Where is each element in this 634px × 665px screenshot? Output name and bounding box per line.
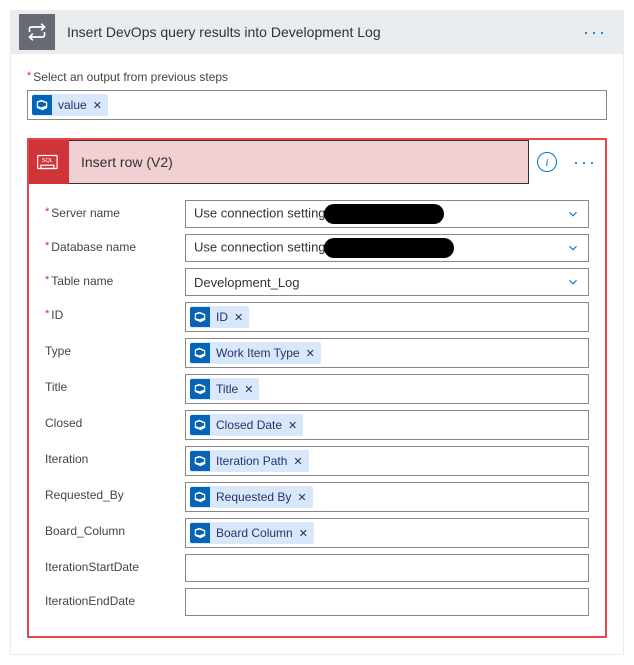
token-remove[interactable]: ✕ [244,383,253,396]
action-side: i ··· [529,140,605,184]
server-dropdown[interactable]: Use connection setting [185,200,589,228]
token-remove[interactable]: ✕ [93,99,102,112]
iteration-token[interactable]: Iteration Path✕ [190,450,309,472]
type-input[interactable]: Work Item Type✕ [185,338,589,368]
insert-row-action: SQL Insert row (V2) i ··· Server name Us… [27,138,607,638]
token-remove[interactable]: ✕ [299,527,308,540]
iteration-input[interactable]: Iteration Path✕ [185,446,589,476]
devops-icon [190,379,210,399]
requested-label: Requested_By [45,482,185,502]
id-label: ID [45,302,185,322]
iterstart-input[interactable] [185,554,589,582]
database-label: Database name [45,234,185,254]
database-dropdown[interactable]: Use connection setting [185,234,589,262]
iterend-input[interactable] [185,588,589,616]
iterend-label: IterationEndDate [45,588,185,608]
table-dropdown[interactable]: Development_Log [185,268,589,296]
board-input[interactable]: Board Column✕ [185,518,589,548]
redacted [324,204,444,224]
chevron-down-icon [566,241,580,255]
devops-icon [190,523,210,543]
devops-icon [32,95,52,115]
server-label: Server name [45,200,185,220]
token-remove[interactable]: ✕ [288,419,297,432]
token-label: value [58,98,87,112]
devops-icon [190,343,210,363]
foreach-body: Select an output from previous steps val… [10,54,624,655]
token-remove[interactable]: ✕ [293,455,302,468]
titlef-label: Title [45,374,185,394]
foreach-header[interactable]: Insert DevOps query results into Develop… [10,10,624,54]
output-label: Select an output from previous steps [27,70,607,84]
chevron-down-icon [566,275,580,289]
action-header[interactable]: SQL Insert row (V2) [29,140,529,184]
info-icon[interactable]: i [537,152,557,172]
title-input[interactable]: Title✕ [185,374,589,404]
id-input[interactable]: ID✕ [185,302,589,332]
svg-text:SQL: SQL [42,158,53,164]
foreach-menu-button[interactable]: ··· [567,22,623,43]
action-menu-button[interactable]: ··· [573,152,597,173]
redacted [324,238,454,258]
iterstart-label: IterationStartDate [45,554,185,574]
token-remove[interactable]: ✕ [234,311,243,324]
action-title: Insert row (V2) [69,154,528,170]
action-header-row: SQL Insert row (V2) i ··· [29,140,605,184]
type-label: Type [45,338,185,358]
title-token[interactable]: Title✕ [190,378,259,400]
loop-icon [19,14,55,50]
devops-icon [190,487,210,507]
iteration-label: Iteration [45,446,185,466]
table-label: Table name [45,268,185,288]
output-token[interactable]: value ✕ [32,94,108,116]
devops-icon [190,415,210,435]
type-token[interactable]: Work Item Type✕ [190,342,321,364]
closed-label: Closed [45,410,185,430]
requested-input[interactable]: Requested By✕ [185,482,589,512]
board-token[interactable]: Board Column✕ [190,522,314,544]
requested-token[interactable]: Requested By✕ [190,486,313,508]
devops-icon [190,307,210,327]
output-token-input[interactable]: value ✕ [27,90,607,120]
sql-icon: SQL [29,140,69,184]
foreach-title: Insert DevOps query results into Develop… [59,24,567,40]
action-body: Server name Use connection setting Datab… [29,184,605,636]
token-remove[interactable]: ✕ [297,491,306,504]
id-token[interactable]: ID✕ [190,306,249,328]
board-label: Board_Column [45,518,185,538]
chevron-down-icon [566,207,580,221]
foreach-card: Insert DevOps query results into Develop… [10,10,624,655]
token-remove[interactable]: ✕ [306,347,315,360]
closed-input[interactable]: Closed Date✕ [185,410,589,440]
closed-token[interactable]: Closed Date✕ [190,414,303,436]
devops-icon [190,451,210,471]
